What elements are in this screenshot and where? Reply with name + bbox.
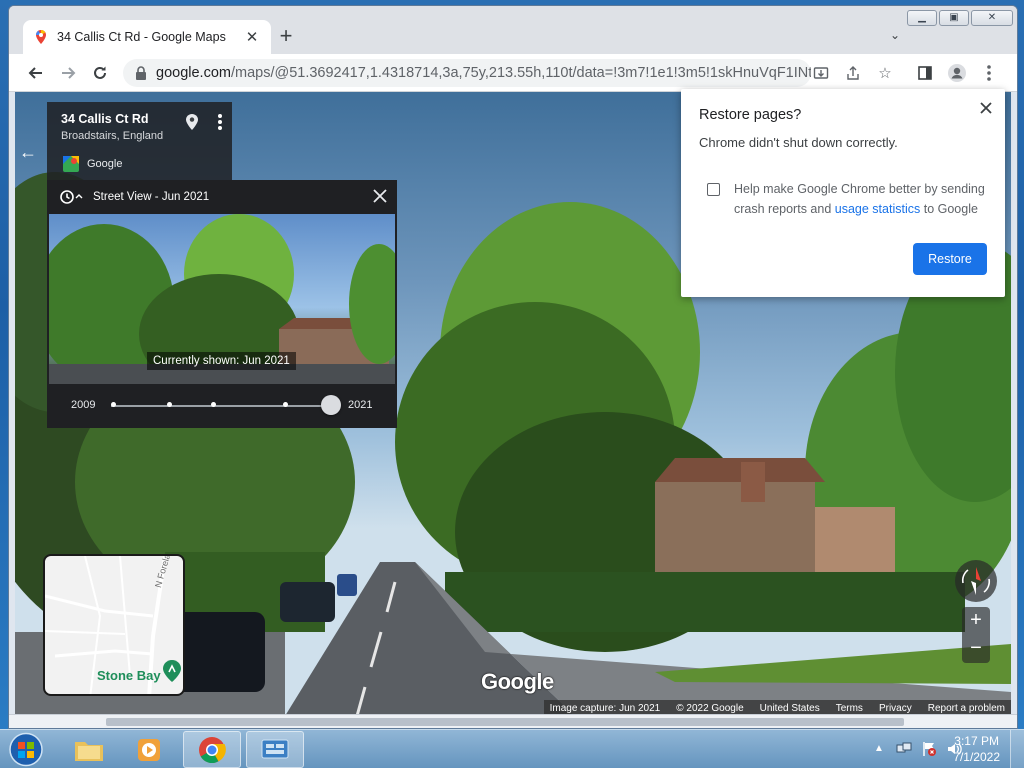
slider-tick-dot[interactable] [210, 402, 216, 407]
file-explorer-taskbar-item[interactable] [60, 731, 118, 768]
place-subtitle: Broadstairs, England [61, 130, 164, 142]
url-host: google.com [156, 65, 231, 81]
restore-pages-dialog: Restore pages? Chrome didn't shut down c… [681, 89, 1005, 297]
currently-shown-label: Currently shown: Jun 2021 [147, 352, 296, 370]
place-brand-label: Google [87, 158, 123, 170]
url-text: google.com/maps/@51.3692417,1.4318714,3a… [156, 65, 811, 81]
slider-end-year: 2021 [348, 399, 373, 411]
history-clock-icon[interactable] [59, 189, 83, 205]
url-path: /maps/@51.3692417,1.4318714,3a,75y,213.5… [230, 65, 811, 81]
reload-icon[interactable] [89, 62, 111, 84]
horizontal-scrollbar[interactable] [9, 714, 1017, 728]
start-button[interactable] [3, 731, 49, 768]
street-view-time-machine: Street View - Jun 2021 Currently shown: … [47, 180, 397, 428]
tab-search-icon[interactable]: ⌄ [885, 28, 905, 44]
privacy-link[interactable]: Privacy [879, 703, 912, 714]
time-machine-header: Street View - Jun 2021 [47, 180, 397, 214]
mini-map[interactable]: N Foreland Stone Bay [43, 554, 185, 696]
close-dialog-icon[interactable] [979, 101, 993, 115]
tab-strip: 34 Callis Ct Rd - Google Maps ✕ + ⌄ ▁ ▣ … [9, 6, 1017, 54]
restore-dialog-message: Chrome didn't shut down correctly. [699, 135, 898, 150]
google-maps-logo-icon [63, 156, 79, 172]
tab-close-icon[interactable]: ✕ [243, 28, 261, 46]
more-options-icon[interactable] [218, 114, 222, 130]
terms-link[interactable]: Terms [836, 703, 863, 714]
install-app-icon[interactable] [811, 63, 831, 83]
restore-button[interactable]: Restore [913, 243, 987, 275]
show-desktop-button[interactable] [1010, 730, 1024, 768]
slider-track[interactable] [111, 405, 331, 407]
back-icon[interactable] [25, 62, 47, 84]
minimize-button[interactable]: ▁ [907, 10, 937, 26]
time-slider[interactable]: 2009 2021 [47, 384, 397, 428]
zoom-out-button[interactable]: − [962, 635, 990, 663]
slider-start-year: 2009 [71, 399, 96, 411]
slider-tick-dot[interactable] [166, 402, 172, 407]
slider-tick-dot[interactable] [110, 402, 116, 407]
control-panel-icon [261, 739, 289, 758]
report-problem-link[interactable]: Report a problem [928, 703, 1005, 714]
back-to-map-icon[interactable]: ← [19, 142, 41, 162]
crash-report-checkbox[interactable] [707, 183, 720, 196]
chrome-taskbar-item[interactable] [183, 731, 241, 768]
new-tab-button[interactable]: + [275, 25, 297, 48]
location-pin-icon[interactable] [186, 114, 198, 130]
media-player-icon [138, 738, 160, 761]
folder-icon [75, 741, 103, 761]
close-window-button[interactable]: ✕ [971, 10, 1013, 26]
windows-taskbar: ▲ 3:17 PM 7/1/2022 [0, 729, 1024, 768]
close-time-machine-icon[interactable] [372, 188, 388, 204]
crash-report-text-after: to Google [923, 202, 978, 216]
tab-title: 34 Callis Ct Rd - Google Maps [57, 30, 226, 44]
country-link[interactable]: United States [760, 703, 820, 714]
zoom-in-button[interactable]: + [962, 607, 990, 635]
google-watermark: Google [481, 669, 554, 694]
forward-icon[interactable] [57, 62, 79, 84]
copyright: © 2022 Google [676, 702, 744, 714]
scrollbar-thumb[interactable] [106, 718, 904, 726]
compass-icon[interactable] [954, 559, 998, 603]
place-card: 34 Callis Ct Rd Broadstairs, England Goo… [47, 102, 232, 186]
chrome-icon [199, 736, 226, 763]
slider-thumb[interactable] [321, 395, 341, 415]
browser-toolbar: google.com/maps/@51.3692417,1.4318714,3a… [9, 54, 1017, 92]
profile-avatar-icon[interactable] [947, 63, 967, 83]
bookmark-star-icon[interactable]: ☆ [875, 63, 895, 83]
taskbar-clock[interactable]: 3:17 PM 7/1/2022 [953, 733, 1000, 765]
image-capture-date: Image capture: Jun 2021 [549, 702, 661, 714]
maximize-button[interactable]: ▣ [939, 10, 969, 26]
crash-report-text: Help make Google Chrome better by sendin… [734, 179, 992, 219]
system-tray: ▲ [871, 741, 962, 757]
chrome-window: 34 Callis Ct Rd - Google Maps ✕ + ⌄ ▁ ▣ … [8, 5, 1018, 729]
usage-statistics-link[interactable]: usage statistics [835, 202, 920, 216]
clock-time: 3:17 PM [954, 734, 999, 748]
address-bar[interactable]: google.com/maps/@51.3692417,1.4318714,3a… [123, 59, 811, 87]
action-center-flag-icon[interactable] [921, 741, 937, 757]
time-machine-preview[interactable]: Currently shown: Jun 2021 [49, 214, 395, 384]
pegman-pin-icon [163, 660, 181, 682]
media-player-taskbar-item[interactable] [120, 731, 178, 768]
control-panel-taskbar-item[interactable] [246, 731, 304, 768]
google-maps-icon [36, 30, 46, 44]
side-panel-icon[interactable] [915, 63, 935, 83]
show-hidden-icons-icon[interactable]: ▲ [871, 741, 887, 757]
chrome-menu-icon[interactable] [979, 63, 999, 83]
clock-date: 7/1/2022 [953, 750, 1000, 764]
lock-icon [136, 66, 146, 80]
time-machine-title: Street View - Jun 2021 [93, 191, 210, 203]
slider-tick-dot[interactable] [282, 402, 288, 407]
share-icon[interactable] [843, 63, 863, 83]
network-icon[interactable] [896, 741, 912, 757]
window-controls: ▁ ▣ ✕ [907, 10, 1013, 26]
mini-map-place-label: Stone Bay [97, 668, 161, 683]
restore-dialog-title: Restore pages? [699, 107, 802, 123]
tab-google-maps[interactable]: 34 Callis Ct Rd - Google Maps ✕ [23, 20, 271, 54]
place-brand[interactable]: Google [63, 156, 122, 172]
